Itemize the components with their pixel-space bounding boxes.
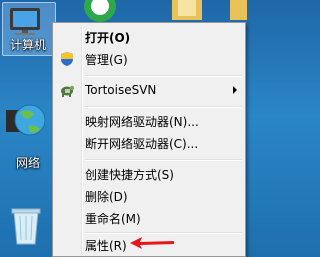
context-menu: 打开(O) 管理(G) TortoiseSVN 映射网络驱动器(N)... 断开… [52, 22, 246, 257]
menu-item-open[interactable]: 打开(O) [55, 26, 243, 48]
menu-item-label: 打开(O) [85, 30, 131, 45]
desktop-icon-label-network: 网络 [15, 156, 40, 170]
menu-item-label: 管理(G) [85, 52, 128, 67]
network-globe-icon[interactable] [0, 100, 52, 150]
tortoisesvn-icon [61, 85, 75, 97]
menu-item-manage[interactable]: 管理(G) [55, 48, 243, 70]
menu-item-label: 断开网络驱动器(C)... [85, 136, 199, 151]
menu-item-label: 删除(D) [85, 189, 128, 204]
menu-item-label: 重命名(M) [85, 211, 141, 226]
menu-separator [85, 106, 242, 108]
taskbar-icons-strip [52, 0, 247, 22]
menu-item-tortoisesvn[interactable]: TortoiseSVN [55, 79, 243, 101]
menu-item-label: TortoiseSVN [85, 83, 157, 97]
menu-separator [85, 75, 242, 77]
recycle-bin-icon[interactable] [0, 206, 52, 250]
menu-separator [85, 159, 242, 161]
menu-item-label: 属性(R) [85, 238, 127, 253]
menu-item-rename[interactable]: 重命名(M) [55, 207, 243, 229]
red-arrow-annotation-icon [130, 237, 174, 249]
menu-item-label: 映射网络驱动器(N)... [85, 114, 199, 129]
menu-item-label: 创建快捷方式(S) [85, 167, 174, 182]
menu-item-create-shortcut[interactable]: 创建快捷方式(S) [55, 163, 243, 185]
submenu-arrow-icon [233, 86, 237, 94]
desktop-icon-label-computer: 计算机 [9, 38, 46, 52]
menu-item-map-network-drive[interactable]: 映射网络驱动器(N)... [55, 110, 243, 132]
computer-icon[interactable] [0, 6, 52, 40]
menu-item-disconnect-network-drive[interactable]: 断开网络驱动器(C)... [55, 132, 243, 154]
menu-item-delete[interactable]: 删除(D) [55, 185, 243, 207]
uac-shield-icon [61, 52, 73, 66]
